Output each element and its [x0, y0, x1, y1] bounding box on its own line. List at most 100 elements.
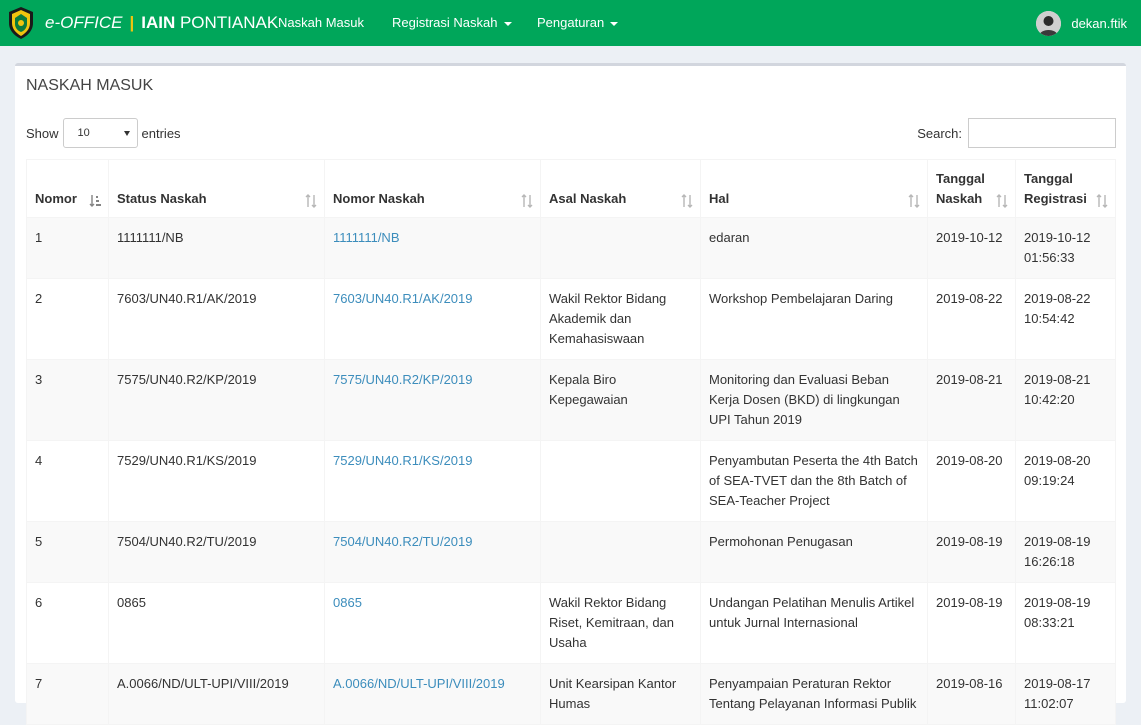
avatar	[1036, 10, 1062, 36]
brand[interactable]: e-OFFICE | IAIN PONTIANAK	[6, 6, 278, 40]
entries-value: 10	[77, 127, 90, 139]
entries-select[interactable]: 10	[62, 118, 138, 148]
header-label: Status Naskah	[117, 191, 207, 206]
brand-prefix: e-OFFICE	[45, 13, 123, 32]
entries-label: entries	[141, 125, 181, 141]
nav-naskah-masuk[interactable]: Naskah Masuk	[278, 0, 364, 46]
naskah-masuk-box: NASKAH MASUK Show 10 entries Search: Nom…	[15, 63, 1126, 725]
table-row: 1 1111111/NB 1111111/NB edaran 2019-10-1…	[26, 217, 1116, 279]
cell-status-naskah: 7603/UN40.R1/AK/2019	[108, 278, 325, 360]
column-header-tanggal-registrasi[interactable]: Tanggal Registrasi	[1015, 159, 1116, 218]
cell-tanggal-naskah: 2019-08-16	[927, 663, 1016, 725]
cell-hal: Workshop Pembelajaran Daring	[700, 278, 928, 360]
sort-ascending-icon	[89, 195, 101, 207]
cell-nomor-naskah-link[interactable]: 0865	[324, 582, 541, 664]
nav-label: Pengaturan	[537, 15, 605, 30]
cell-tanggal-naskah: 2019-08-22	[927, 278, 1016, 360]
cell-tanggal-registrasi: 2019-08-20 09:19:24	[1015, 440, 1116, 522]
cell-status-naskah: 0865	[108, 582, 325, 664]
entries-length-control: Show 10 entries	[26, 118, 181, 148]
table-row: 4 7529/UN40.R1/KS/2019 7529/UN40.R1/KS/2…	[26, 440, 1116, 522]
cell-nomor-naskah-link[interactable]: 7575/UN40.R2/KP/2019	[324, 359, 541, 441]
nav-registrasi-naskah[interactable]: Registrasi Naskah	[392, 0, 512, 46]
brand-separator: |	[129, 13, 135, 32]
search-control: Search:	[917, 118, 1116, 148]
cell-status-naskah: 1111111/NB	[108, 217, 325, 279]
caret-down-icon	[503, 21, 512, 26]
brand-institution-bold: IAIN	[141, 13, 176, 32]
search-label: Search:	[917, 125, 962, 141]
table-row: 5 7504/UN40.R2/TU/2019 7504/UN40.R2/TU/2…	[26, 521, 1116, 583]
header-label: Nomor	[35, 191, 77, 206]
cell-asal-naskah: Unit Kearsipan Kantor Humas	[540, 663, 701, 725]
caret-down-icon	[610, 21, 619, 26]
header-label: Tanggal Registrasi	[1024, 171, 1087, 206]
nav-label: Naskah Masuk	[278, 15, 364, 30]
table-row: 2 7603/UN40.R1/AK/2019 7603/UN40.R1/AK/2…	[26, 278, 1116, 360]
column-header-tanggal-naskah[interactable]: Tanggal Naskah	[927, 159, 1016, 218]
cell-tanggal-naskah: 2019-08-20	[927, 440, 1016, 522]
cell-nomor-naskah-link[interactable]: 7529/UN40.R1/KS/2019	[324, 440, 541, 522]
cell-nomor: 4	[26, 440, 109, 522]
cell-asal-naskah	[540, 440, 701, 522]
cell-nomor: 5	[26, 521, 109, 583]
cell-nomor: 2	[26, 278, 109, 360]
cell-status-naskah: 7529/UN40.R1/KS/2019	[108, 440, 325, 522]
nav-pengaturan[interactable]: Pengaturan	[537, 0, 619, 46]
cell-tanggal-registrasi: 2019-08-21 10:42:20	[1015, 359, 1116, 441]
user-menu[interactable]: dekan.ftik	[1036, 0, 1127, 46]
cell-tanggal-naskah: 2019-08-21	[927, 359, 1016, 441]
header-label: Nomor Naskah	[333, 191, 425, 206]
column-header-nomor[interactable]: Nomor	[26, 159, 109, 218]
cell-tanggal-registrasi: 2019-08-19 08:33:21	[1015, 582, 1116, 664]
header-label: Asal Naskah	[549, 191, 627, 206]
cell-nomor-naskah-link[interactable]: 7603/UN40.R1/AK/2019	[324, 278, 541, 360]
cell-tanggal-registrasi: 2019-08-19 16:26:18	[1015, 521, 1116, 583]
header-label: Tanggal Naskah	[936, 171, 985, 206]
cell-hal: Monitoring dan Evaluasi Beban Kerja Dose…	[700, 359, 928, 441]
sort-icon	[305, 194, 317, 208]
cell-nomor: 1	[26, 217, 109, 279]
cell-nomor: 3	[26, 359, 109, 441]
cell-status-naskah: A.0066/ND/ULT-UPI/VIII/2019	[108, 663, 325, 725]
search-input[interactable]	[968, 118, 1116, 148]
cell-tanggal-naskah: 2019-08-19	[927, 582, 1016, 664]
sort-icon	[996, 194, 1008, 208]
sort-icon	[681, 194, 693, 208]
cell-asal-naskah: Wakil Rektor Bidang Akademik dan Kemahas…	[540, 278, 701, 360]
chevron-down-icon	[123, 131, 130, 136]
cell-hal: Penyampaian Peraturan Rektor Tentang Pel…	[700, 663, 928, 725]
cell-tanggal-naskah: 2019-10-12	[927, 217, 1016, 279]
sort-icon	[1096, 194, 1108, 208]
iain-logo-icon	[9, 7, 33, 39]
cell-nomor-naskah-link[interactable]: A.0066/ND/ULT-UPI/VIII/2019	[324, 663, 541, 725]
column-header-nomor-naskah[interactable]: Nomor Naskah	[324, 159, 541, 218]
cell-nomor-naskah-link[interactable]: 7504/UN40.R2/TU/2019	[324, 521, 541, 583]
cell-tanggal-registrasi: 2019-08-22 10:54:42	[1015, 278, 1116, 360]
column-header-status-naskah[interactable]: Status Naskah	[108, 159, 325, 218]
sort-icon	[908, 194, 920, 208]
navbar: e-OFFICE | IAIN PONTIANAK Naskah Masuk Reg…	[0, 0, 1141, 46]
user-name: dekan.ftik	[1071, 15, 1127, 31]
cell-nomor-naskah-link[interactable]: 1111111/NB	[324, 217, 541, 279]
cell-tanggal-registrasi: 2019-10-12 01:56:33	[1015, 217, 1116, 279]
cell-asal-naskah	[540, 521, 701, 583]
cell-hal: Undangan Pelatihan Menulis Artikel untuk…	[700, 582, 928, 664]
cell-tanggal-registrasi: 2019-08-17 11:02:07	[1015, 663, 1116, 725]
table-row: 6 0865 0865 Wakil Rektor Bidang Riset, K…	[26, 582, 1116, 664]
table-header-row: Nomor Status Naskah Nomor Naskah Asal Na…	[26, 159, 1116, 218]
sort-icon	[521, 194, 533, 208]
cell-asal-naskah: Kepala Biro Kepegawaian	[540, 359, 701, 441]
cell-tanggal-naskah: 2019-08-19	[927, 521, 1016, 583]
brand-institution: PONTIANAK	[179, 13, 279, 32]
cell-hal: Penyambutan Peserta the 4th Batch of SEA…	[700, 440, 928, 522]
table-row: 3 7575/UN40.R2/KP/2019 7575/UN40.R2/KP/2…	[26, 359, 1116, 441]
column-header-asal-naskah[interactable]: Asal Naskah	[540, 159, 701, 218]
cell-nomor: 6	[26, 582, 109, 664]
cell-status-naskah: 7575/UN40.R2/KP/2019	[108, 359, 325, 441]
column-header-hal[interactable]: Hal	[700, 159, 928, 218]
cell-nomor: 7	[26, 663, 109, 725]
brand-title: e-OFFICE | IAIN PONTIANAK	[45, 13, 278, 33]
cell-hal: edaran	[700, 217, 928, 279]
naskah-table: Nomor Status Naskah Nomor Naskah Asal Na…	[26, 159, 1116, 725]
